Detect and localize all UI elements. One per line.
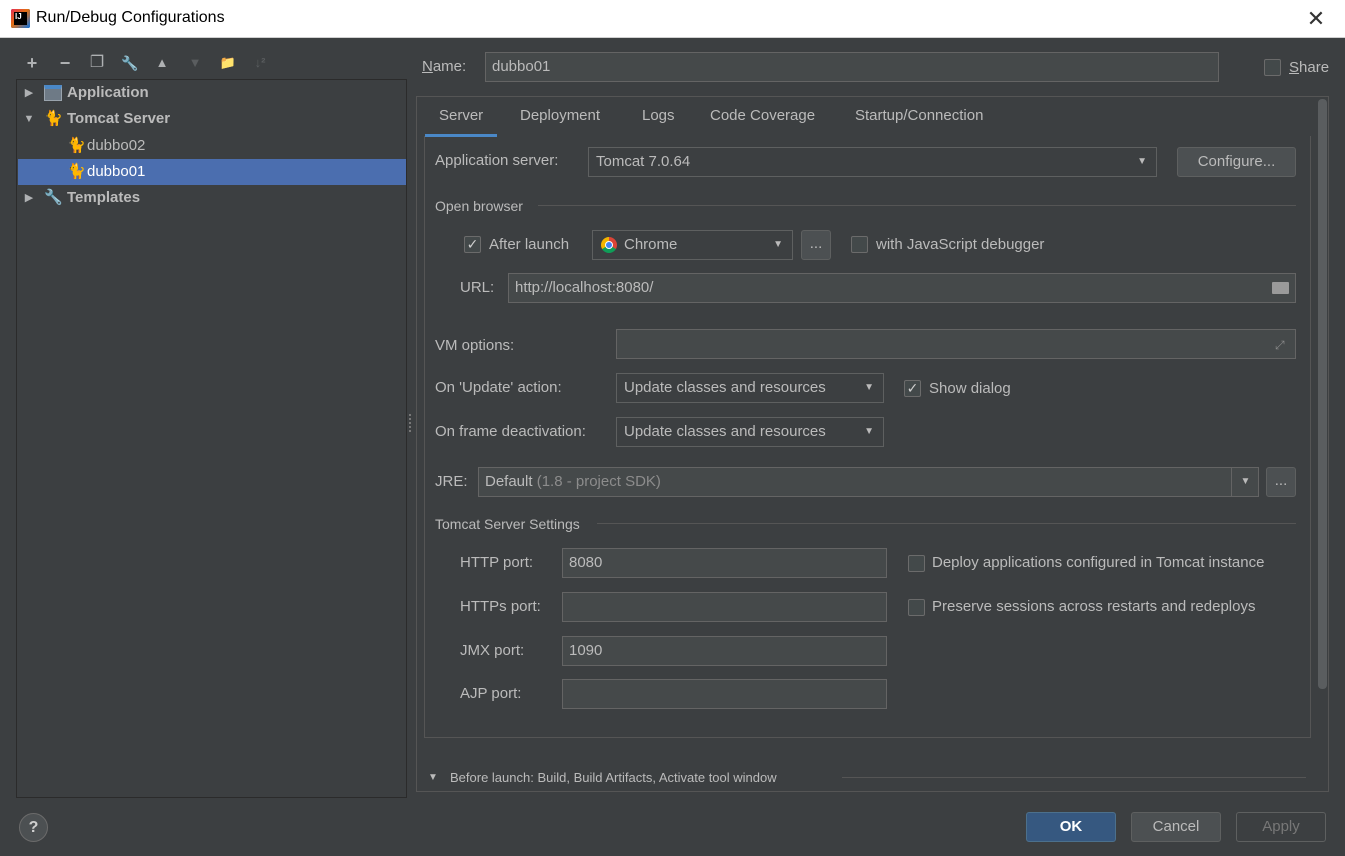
tab-bar: Server Deployment Logs Code Coverage Sta…: [417, 97, 1315, 137]
expand-arrow-icon[interactable]: ▶: [22, 185, 36, 211]
close-icon[interactable]: ✕: [1301, 4, 1331, 34]
move-down-icon[interactable]: ▼: [184, 52, 206, 74]
http-port-input[interactable]: 8080: [562, 548, 887, 578]
expand-arrow-icon[interactable]: ▶: [22, 80, 36, 106]
expand-icon[interactable]: ⤢: [1275, 338, 1285, 353]
tree-item-application[interactable]: ▶ Application: [18, 80, 406, 106]
help-button[interactable]: ?: [19, 813, 48, 842]
tab-code-coverage[interactable]: Code Coverage: [710, 97, 815, 137]
tab-startup-connection[interactable]: Startup/Connection: [855, 97, 983, 137]
chevron-down-icon: ▼: [1137, 156, 1147, 167]
remove-icon[interactable]: −: [54, 52, 76, 74]
tree-item-dubbo02[interactable]: 🐈 dubbo02: [18, 133, 406, 159]
tomcat-icon: 🐈: [67, 137, 86, 154]
divider: [842, 777, 1306, 778]
chevron-down-icon: ▼: [773, 239, 783, 250]
preserve-sessions-checkbox[interactable]: [908, 599, 925, 616]
name-input[interactable]: dubbo01: [485, 52, 1219, 82]
name-label: Name:: [422, 58, 467, 75]
apply-button[interactable]: Apply: [1236, 812, 1326, 842]
divider: [597, 523, 1296, 524]
folder-icon[interactable]: [1272, 282, 1289, 294]
application-icon: [44, 85, 62, 101]
configuration-tree[interactable]: ▶ Application ▼ 🐈 Tomcat Server 🐈 dubbo0…: [16, 79, 407, 798]
chevron-down-icon: ▼: [864, 382, 874, 393]
tree-item-label: Tomcat Server: [67, 110, 171, 127]
show-dialog-checkbox[interactable]: ✓: [904, 380, 921, 397]
preserve-sessions-label: Preserve sessions across restarts and re…: [932, 598, 1256, 615]
ok-button[interactable]: OK: [1026, 812, 1116, 842]
configure-button[interactable]: Configure...: [1177, 147, 1296, 177]
tab-logs[interactable]: Logs: [642, 97, 675, 137]
before-launch-label[interactable]: Before launch: Build, Build Artifacts, A…: [450, 770, 777, 785]
jmx-port-label: JMX port:: [460, 642, 525, 659]
sort-icon[interactable]: ↓²: [249, 52, 271, 74]
open-browser-title: Open browser: [435, 198, 523, 214]
update-action-label: On 'Update' action:: [435, 379, 562, 396]
js-debugger-checkbox[interactable]: [851, 236, 868, 253]
tab-server[interactable]: Server: [425, 97, 498, 137]
tree-item-dubbo01[interactable]: 🐈 dubbo01: [18, 159, 406, 185]
app-server-select[interactable]: Tomcat 7.0.64 ▼: [588, 147, 1157, 177]
browser-ellipsis-button[interactable]: ...: [801, 230, 831, 260]
tree-item-label: Application: [67, 84, 149, 101]
show-dialog-label: Show dialog: [929, 380, 1011, 397]
share-checkbox[interactable]: [1264, 59, 1281, 76]
splitter-handle[interactable]: [409, 414, 413, 432]
cancel-button[interactable]: Cancel: [1131, 812, 1221, 842]
vertical-scrollbar[interactable]: [1318, 99, 1327, 689]
after-launch-label: After launch: [489, 236, 570, 253]
jre-hint: (1.8 - project SDK): [536, 473, 661, 490]
collapse-arrow-icon[interactable]: ▼: [428, 772, 438, 783]
copy-icon[interactable]: ❐: [86, 52, 108, 74]
share-label: Share: [1289, 59, 1330, 76]
collapse-arrow-icon[interactable]: ▼: [22, 106, 36, 132]
deploy-configured-checkbox[interactable]: [908, 555, 925, 572]
divider: [538, 205, 1296, 206]
wrench-icon: 🔧: [44, 189, 63, 206]
deploy-configured-label: Deploy applications configured in Tomcat…: [932, 554, 1265, 571]
url-input[interactable]: http://localhost:8080/: [508, 273, 1296, 303]
tomcat-icon: 🐈: [44, 110, 63, 127]
ajp-port-input[interactable]: [562, 679, 887, 709]
new-folder-icon[interactable]: 📁: [217, 52, 239, 74]
tab-deployment[interactable]: Deployment: [520, 97, 600, 137]
intellij-app-icon: IJ: [11, 9, 30, 28]
wrench-icon[interactable]: 🔧: [119, 52, 141, 74]
jre-label: JRE:: [435, 473, 468, 490]
tree-item-label: dubbo02: [87, 137, 146, 154]
vm-options-input[interactable]: [616, 329, 1296, 359]
https-port-input[interactable]: [562, 592, 887, 622]
chevron-down-icon: ▼: [864, 426, 874, 437]
browser-select[interactable]: Chrome ▼: [592, 230, 793, 260]
jre-select[interactable]: Default (1.8 - project SDK) ▼: [478, 467, 1259, 497]
update-action-select[interactable]: Update classes and resources ▼: [616, 373, 884, 403]
tree-item-templates[interactable]: ▶ 🔧 Templates: [18, 185, 406, 211]
tomcat-settings-title: Tomcat Server Settings: [435, 516, 580, 532]
jmx-port-input[interactable]: 1090: [562, 636, 887, 666]
frame-deactivation-select[interactable]: Update classes and resources ▼: [616, 417, 884, 447]
vm-options-label: VM options:: [435, 337, 515, 354]
http-port-label: HTTP port:: [460, 554, 534, 571]
app-server-label: Application server:: [435, 152, 559, 169]
tomcat-icon: 🐈: [67, 163, 86, 180]
tree-item-tomcat-server[interactable]: ▼ 🐈 Tomcat Server: [18, 106, 406, 132]
frame-deactivation-label: On frame deactivation:: [435, 423, 586, 440]
ajp-port-label: AJP port:: [460, 685, 522, 702]
tree-item-label: dubbo01: [87, 163, 146, 180]
https-port-label: HTTPs port:: [460, 598, 541, 615]
title-bar: IJ Run/Debug Configurations ✕: [0, 0, 1345, 38]
window-title: Run/Debug Configurations: [36, 9, 225, 26]
after-launch-checkbox[interactable]: ✓: [464, 236, 481, 253]
jre-ellipsis-button[interactable]: ...: [1266, 467, 1296, 497]
tree-item-label: Templates: [67, 189, 141, 206]
chevron-down-icon[interactable]: ▼: [1231, 468, 1258, 496]
chrome-icon: [601, 237, 617, 253]
url-label: URL:: [460, 279, 495, 296]
add-icon[interactable]: +: [21, 52, 43, 74]
js-debugger-label: with JavaScript debugger: [876, 236, 1045, 253]
move-up-icon[interactable]: ▲: [151, 52, 173, 74]
